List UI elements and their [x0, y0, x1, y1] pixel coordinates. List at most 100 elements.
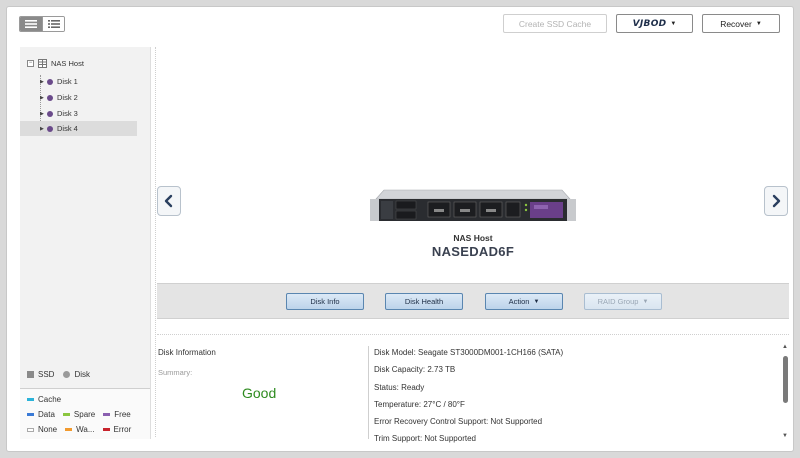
- chevron-left-icon: [164, 194, 173, 208]
- tree-item-disk-3[interactable]: ▶ Disk 3: [20, 106, 137, 121]
- data-swatch: [27, 413, 34, 416]
- cache-swatch: [27, 398, 34, 401]
- raid-group-button[interactable]: RAID Group ▼: [584, 293, 662, 310]
- legend-label: Data: [38, 410, 55, 419]
- action-label: Action: [508, 297, 530, 306]
- expand-arrow-icon[interactable]: ▶: [40, 79, 46, 85]
- device-type-label: NAS Host: [453, 233, 493, 243]
- create-ssd-cache-button[interactable]: Create SSD Cache: [503, 14, 607, 33]
- legend-row: None Wa... Error: [27, 425, 139, 434]
- legend-label: Cache: [38, 395, 62, 404]
- tree-item-label: Disk 2: [57, 93, 78, 102]
- vjbod-button[interactable]: VJBOD ▼: [616, 14, 693, 33]
- nas-host-icon: [38, 59, 47, 68]
- chevron-right-icon: [772, 194, 781, 208]
- spare-swatch: [62, 413, 70, 416]
- summary-label: Summary:: [158, 368, 193, 377]
- summary-status-value: Good: [242, 385, 277, 401]
- device-detail-panel: NAS Host NASEDAD6F Disk Info Disk Health…: [157, 47, 795, 443]
- nas-rack-image: [370, 189, 576, 221]
- disk-type-legend: SSD Disk: [27, 370, 90, 379]
- temperature-line: Temperature: 27°C / 80°F: [374, 399, 465, 409]
- scroll-down-icon[interactable]: ▼: [782, 433, 788, 439]
- status-line: Status: Ready: [374, 382, 425, 392]
- none-swatch: [27, 427, 34, 432]
- raid-group-label: RAID Group: [597, 297, 639, 306]
- legend-row: Data Spare Free: [27, 410, 139, 419]
- disk-health-label: Disk Health: [404, 297, 444, 306]
- legend-warning: Wa...: [65, 425, 95, 434]
- tree-item-disk-4[interactable]: ▶ Disk 4: [20, 121, 137, 136]
- action-menu-button[interactable]: Action ▼: [485, 293, 563, 310]
- collapse-icon[interactable]: −: [27, 60, 34, 67]
- legend-free: Free: [103, 410, 131, 419]
- toolbar: Create SSD Cache VJBOD ▼ Recover ▼: [7, 7, 793, 41]
- storage-window: Create SSD Cache VJBOD ▼ Recover ▼ − NAS…: [6, 6, 794, 452]
- legend-row: Cache: [27, 395, 69, 404]
- disk-label: Disk: [74, 370, 91, 379]
- list-view-button[interactable]: [20, 17, 42, 31]
- tree-root-label: NAS Host: [51, 59, 84, 68]
- tree-item-disk-2[interactable]: ▶ Disk 2: [20, 90, 137, 105]
- legend-label: Error: [113, 425, 132, 434]
- free-swatch: [103, 413, 111, 416]
- legend-spare: Spare: [62, 410, 96, 419]
- chevron-down-icon: ▼: [755, 20, 762, 27]
- legend-label: None: [38, 425, 58, 434]
- disk-information-title: Disk Information: [158, 348, 216, 357]
- list-view-icon: [25, 20, 37, 28]
- detail-list-icon: [47, 20, 60, 28]
- legend-cache: Cache: [27, 395, 61, 404]
- disk-capacity-line: Disk Capacity: 2.73 TB: [374, 365, 456, 375]
- chevron-down-icon: ▼: [670, 20, 677, 27]
- create-ssd-cache-label: Create SSD Cache: [518, 18, 592, 29]
- trim-support-line: Trim Support: Not Supported: [374, 434, 476, 444]
- disk-details-list: Disk Model: Seagate ST3000DM001-1CH166 (…: [374, 348, 563, 452]
- recover-label: Recover: [720, 18, 752, 29]
- detail-view-button[interactable]: [42, 17, 64, 31]
- device-tree-panel: − NAS Host ▶ Disk 1 ▶ Disk 2 ▶ Disk 3 ▶ …: [20, 47, 151, 439]
- ssd-label: SSD: [38, 370, 55, 379]
- tree-item-label: Disk 1: [57, 77, 78, 86]
- chevron-down-icon: ▼: [642, 298, 649, 305]
- next-device-button[interactable]: [764, 186, 788, 216]
- disk-info-label: Disk Info: [310, 297, 340, 306]
- vjbod-label: VJBOD: [632, 18, 667, 29]
- expand-arrow-icon[interactable]: ▶: [40, 111, 46, 117]
- erc-support-line: Error Recovery Control Support: Not Supp…: [374, 417, 543, 427]
- info-divider: [368, 346, 369, 439]
- disk-status-icon: [47, 110, 53, 117]
- legend-error: Error: [102, 425, 132, 434]
- legend-label: Free: [114, 410, 131, 419]
- tree-item-label: Disk 3: [57, 109, 78, 118]
- error-swatch: [102, 428, 110, 431]
- warning-swatch: [65, 428, 73, 431]
- disk-health-button[interactable]: Disk Health: [385, 293, 463, 310]
- legend-label: Wa...: [76, 425, 95, 434]
- recover-button[interactable]: Recover ▼: [702, 14, 780, 33]
- legend-label: Spare: [73, 410, 96, 419]
- disk-model-line: Disk Model: Seagate ST3000DM001-1CH166 (…: [374, 348, 564, 357]
- ssd-icon: [27, 371, 34, 378]
- legend-data: Data: [27, 410, 55, 419]
- status-legend: Cache Data Spare Free None Wa... Error: [20, 388, 150, 439]
- expand-arrow-icon[interactable]: ▶: [40, 95, 46, 101]
- scroll-up-icon[interactable]: ▲: [782, 344, 788, 350]
- info-separator: [157, 334, 789, 335]
- panel-divider: [155, 47, 156, 437]
- device-name: NASEDAD6F: [431, 244, 515, 259]
- tree-root-nas-host[interactable]: − NAS Host: [27, 59, 84, 68]
- scrollbar-thumb[interactable]: [783, 356, 788, 403]
- disk-status-icon: [47, 78, 53, 85]
- action-bar: Disk Info Disk Health Action ▼ RAID Grou…: [157, 283, 789, 319]
- tree-item-disk-1[interactable]: ▶ Disk 1: [20, 74, 137, 89]
- tree-item-label: Disk 4: [57, 124, 78, 133]
- chevron-down-icon: ▼: [533, 298, 540, 305]
- details-scrollbar[interactable]: ▲ ▼: [781, 344, 791, 439]
- disk-info-button[interactable]: Disk Info: [286, 293, 364, 310]
- view-toggle: [19, 16, 65, 32]
- expand-arrow-icon[interactable]: ▶: [40, 126, 46, 132]
- disk-status-icon: [47, 125, 53, 132]
- previous-device-button[interactable]: [157, 186, 181, 216]
- legend-none: None: [27, 425, 57, 434]
